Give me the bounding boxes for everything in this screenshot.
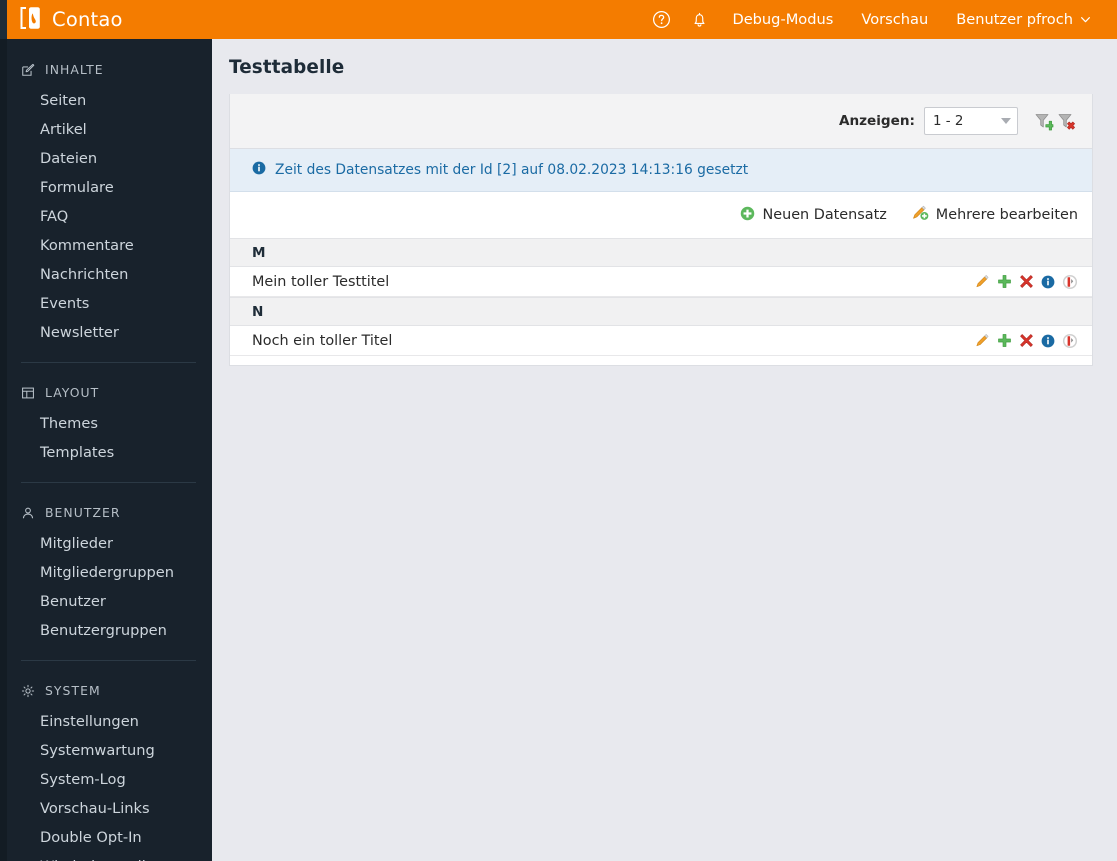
new-record-label: Neuen Datensatz <box>762 207 887 223</box>
new-record-button[interactable]: Neuen Datensatz <box>740 206 887 225</box>
confirmation-message-text: Zeit des Datensatzes mit der Id [2] auf … <box>275 162 749 178</box>
sidebar-item-einstellungen[interactable]: Einstellungen <box>0 707 212 736</box>
brand[interactable]: Contao <box>17 6 123 34</box>
sidebar-group-label: LAYOUT <box>45 385 100 400</box>
sidebar-divider <box>21 482 196 483</box>
record-title: Mein toller Testtitel <box>252 273 390 290</box>
row-operations <box>975 274 1078 290</box>
display-limit-value: 1 - 2 <box>933 113 964 129</box>
sidebar-item-mitglieder[interactable]: Mitglieder <box>0 529 212 558</box>
top-bar-right-group: Debug-Modus Vorschau Benutzer pfroch <box>642 0 1117 39</box>
table-row[interactable]: Noch ein toller Titel <box>230 326 1092 356</box>
gear-icon <box>21 684 36 698</box>
group-header-row: N <box>230 297 1092 326</box>
sidebar-item-formulare[interactable]: Formulare <box>0 173 212 202</box>
sidebar-group-label: BENUTZER <box>45 505 121 520</box>
data-container: Anzeigen: 1 - 2 Zeit des Datensatzes mit… <box>229 94 1093 366</box>
user-icon <box>21 506 36 520</box>
sidebar-left-edge <box>0 39 7 861</box>
chevron-down-icon <box>1001 118 1011 124</box>
bell-icon[interactable] <box>680 0 718 39</box>
sidebar-item-wiederherstellen[interactable]: Wiederherstellen <box>0 852 212 861</box>
sidebar-item-mitgliedergruppen[interactable]: Mitgliedergruppen <box>0 558 212 587</box>
delete-record-op[interactable] <box>1019 274 1034 289</box>
sidebar-group-system: SYSTEM Einstellungen Systemwartung Syste… <box>0 674 212 861</box>
sidebar-group-header-layout[interactable]: LAYOUT <box>0 376 212 409</box>
table-row[interactable]: Mein toller Testtitel <box>230 267 1092 297</box>
layout-grid-icon <box>21 386 36 400</box>
chevron-down-icon <box>1080 14 1091 25</box>
sidebar-item-double-opt-in[interactable]: Double Opt-In <box>0 823 212 852</box>
sidebar-item-faq[interactable]: FAQ <box>0 202 212 231</box>
sidebar-navigation: INHALTE Seiten Artikel Dateien Formulare… <box>0 39 212 861</box>
help-circle-icon[interactable] <box>642 0 680 39</box>
display-limit-label: Anzeigen: <box>838 113 915 129</box>
debug-mode-link[interactable]: Debug-Modus <box>718 0 847 39</box>
sidebar-item-templates[interactable]: Templates <box>0 438 212 467</box>
brand-name: Contao <box>52 8 123 31</box>
plus-circle-icon <box>740 206 755 225</box>
sidebar-group-label: SYSTEM <box>45 683 101 698</box>
sidebar-item-newsletter[interactable]: Newsletter <box>0 318 212 347</box>
edit-record-op[interactable] <box>975 274 990 289</box>
sidebar-group-header-benutzer[interactable]: BENUTZER <box>0 496 212 529</box>
toggle-publish-op[interactable] <box>1062 333 1078 349</box>
sidebar-divider <box>21 362 196 363</box>
user-menu-label: Benutzer pfroch <box>956 11 1073 28</box>
top-navigation-bar: Contao Debug-Modus Vorschau Benutzer pfr… <box>0 0 1117 39</box>
list-filter-panel: Anzeigen: 1 - 2 <box>230 94 1092 149</box>
sidebar-group-label: INHALTE <box>45 62 104 77</box>
info-circle-icon <box>252 161 266 179</box>
debug-mode-label: Debug-Modus <box>732 11 834 28</box>
display-limit-select[interactable]: 1 - 2 <box>924 107 1018 135</box>
sidebar-item-benutzer[interactable]: Benutzer <box>0 587 212 616</box>
sidebar-item-themes[interactable]: Themes <box>0 409 212 438</box>
group-header-row: M <box>230 238 1092 267</box>
record-title: Noch ein toller Titel <box>252 332 393 349</box>
sidebar-group-header-inhalte[interactable]: INHALTE <box>0 53 212 86</box>
sidebar-item-events[interactable]: Events <box>0 289 212 318</box>
preview-link[interactable]: Vorschau <box>847 0 942 39</box>
sidebar-group-layout: LAYOUT Themes Templates <box>0 376 212 469</box>
edit-record-op[interactable] <box>975 333 990 348</box>
toggle-publish-op[interactable] <box>1062 274 1078 290</box>
main-content-area: Testtabelle Anzeigen: 1 - 2 Zeit des Dat… <box>212 39 1117 861</box>
confirmation-message: Zeit des Datensatzes mit der Id [2] auf … <box>230 149 1092 192</box>
sidebar-item-dateien[interactable]: Dateien <box>0 144 212 173</box>
sidebar-item-artikel[interactable]: Artikel <box>0 115 212 144</box>
user-menu[interactable]: Benutzer pfroch <box>942 0 1105 39</box>
pencil-square-icon <box>21 63 36 77</box>
row-operations <box>975 333 1078 349</box>
sidebar-item-system-log[interactable]: System-Log <box>0 765 212 794</box>
window-left-edge <box>0 0 7 39</box>
info-record-op[interactable] <box>1041 275 1055 289</box>
sidebar-item-nachrichten[interactable]: Nachrichten <box>0 260 212 289</box>
sidebar-group-inhalte: INHALTE Seiten Artikel Dateien Formulare… <box>0 53 212 349</box>
list-end-spacer <box>230 356 1092 365</box>
copy-record-op[interactable] <box>997 274 1012 289</box>
edit-multiple-label: Mehrere bearbeiten <box>935 207 1078 223</box>
record-list: M Mein toller Testtitel N Noch ein tolle… <box>230 238 1092 365</box>
delete-record-op[interactable] <box>1019 333 1034 348</box>
sidebar-group-header-system[interactable]: SYSTEM <box>0 674 212 707</box>
sidebar-group-benutzer: BENUTZER Mitglieder Mitgliedergruppen Be… <box>0 496 212 647</box>
edit-multiple-icon <box>912 205 929 225</box>
sidebar-item-seiten[interactable]: Seiten <box>0 86 212 115</box>
list-toolbar: Neuen Datensatz Mehrere bearbeiten <box>230 192 1092 238</box>
filter-remove-icon[interactable] <box>1056 111 1077 132</box>
preview-label: Vorschau <box>861 11 929 28</box>
info-record-op[interactable] <box>1041 334 1055 348</box>
edit-multiple-button[interactable]: Mehrere bearbeiten <box>912 205 1078 225</box>
sidebar-item-systemwartung[interactable]: Systemwartung <box>0 736 212 765</box>
sidebar-divider <box>21 660 196 661</box>
filter-add-icon[interactable] <box>1033 111 1054 132</box>
sidebar-item-vorschau-links[interactable]: Vorschau-Links <box>0 794 212 823</box>
sidebar-item-kommentare[interactable]: Kommentare <box>0 231 212 260</box>
contao-logo-icon <box>17 6 43 34</box>
page-title: Testtabelle <box>229 57 345 78</box>
copy-record-op[interactable] <box>997 333 1012 348</box>
filter-buttons <box>1033 111 1077 132</box>
sidebar-item-benutzergruppen[interactable]: Benutzergruppen <box>0 616 212 645</box>
